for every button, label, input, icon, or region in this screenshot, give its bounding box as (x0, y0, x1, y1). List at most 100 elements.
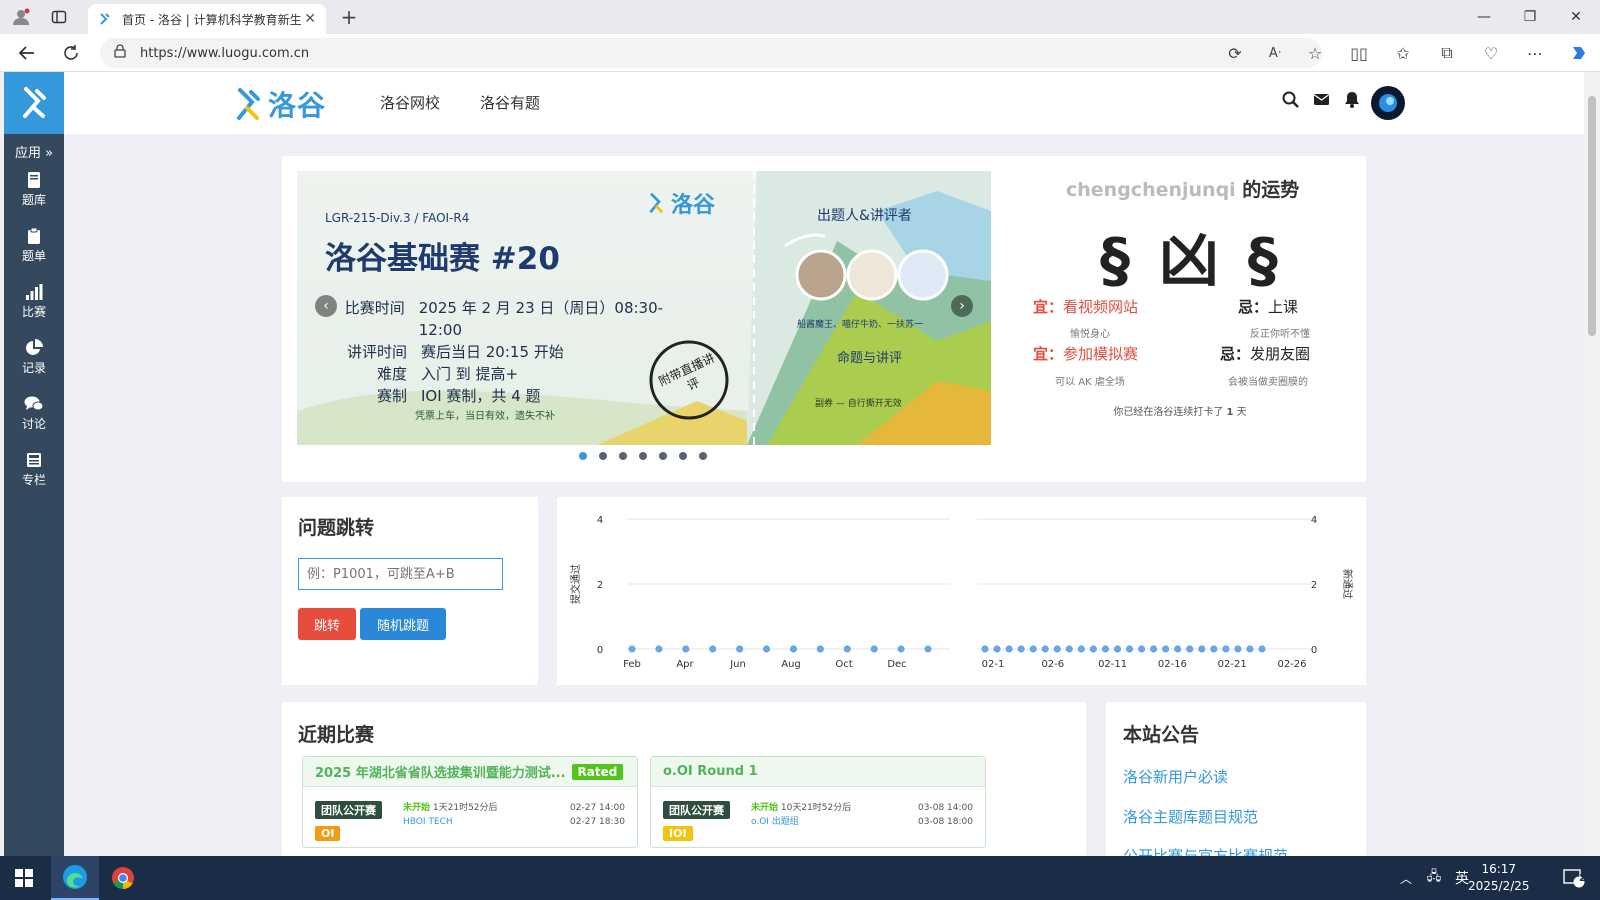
data-point[interactable] (1150, 645, 1158, 653)
data-point[interactable] (1005, 645, 1013, 653)
contest-name[interactable]: 2025 年湖北省省队选拔集训暨能力测试... (315, 762, 566, 781)
carousel-dot[interactable] (679, 452, 687, 460)
data-point[interactable] (1222, 645, 1230, 653)
carousel-next-icon[interactable]: › (951, 295, 973, 317)
contest-host[interactable]: HBOI TECH (403, 815, 498, 829)
data-point[interactable] (993, 645, 1001, 653)
sidebar-item-discuss[interactable]: 讨论 (4, 385, 64, 441)
scrollbar-thumb[interactable] (1588, 96, 1596, 336)
nav-link-school[interactable]: 洛谷网校 (380, 92, 440, 113)
browser-essentials-icon[interactable]: ♡ (1478, 40, 1504, 66)
data-point[interactable] (1210, 645, 1218, 653)
nav-link-problems[interactable]: 洛谷有题 (480, 92, 540, 113)
close-window-icon[interactable]: ✕ (1553, 0, 1599, 34)
data-point[interactable] (1101, 645, 1110, 653)
problem-jump-input[interactable] (298, 558, 503, 590)
taskbar-clock[interactable]: 16:17 2025/2/25 (1468, 861, 1530, 895)
edge-taskbar-icon[interactable] (51, 856, 99, 900)
data-point[interactable] (816, 645, 824, 653)
data-point[interactable] (1125, 645, 1134, 653)
mail-icon[interactable] (1313, 91, 1330, 112)
notification-center-icon[interactable]: 2 (1552, 856, 1596, 900)
bell-icon[interactable] (1344, 91, 1360, 112)
data-point[interactable] (870, 645, 878, 653)
contest-banner[interactable]: 洛谷 LGR-215-Div.3 / FAOI-R4 洛谷基础赛 #20 比赛时… (297, 171, 991, 445)
data-point[interactable] (789, 645, 798, 653)
data-point[interactable] (1113, 645, 1122, 653)
data-point[interactable] (1077, 645, 1085, 653)
data-point[interactable] (1017, 645, 1025, 653)
minimize-icon[interactable]: — (1461, 0, 1507, 34)
lock-icon[interactable] (114, 44, 126, 62)
notice-link[interactable]: 洛谷主题库题目规范 (1123, 806, 1258, 827)
restore-icon[interactable]: ❐ (1507, 0, 1553, 34)
carousel-dot[interactable] (599, 452, 607, 460)
carousel-dot[interactable] (639, 452, 647, 460)
data-point[interactable] (709, 645, 717, 653)
carousel-dot[interactable] (659, 452, 667, 460)
contest-host[interactable]: o.OI 出题组 (751, 815, 851, 829)
contest-card[interactable]: 2025 年湖北省省队选拔集训暨能力测试... Rated 团队公开赛 OI 未… (302, 756, 638, 848)
data-point[interactable] (1258, 645, 1266, 653)
collections-icon[interactable]: ⧉ (1434, 40, 1460, 66)
data-point[interactable] (655, 645, 663, 653)
close-tab-icon[interactable]: ✕ (304, 11, 316, 27)
data-point[interactable] (682, 645, 690, 653)
url-field[interactable]: https://www.luogu.com.cn (100, 38, 1322, 68)
carousel-prev-icon[interactable]: ‹ (315, 295, 337, 317)
profile-icon[interactable] (8, 4, 34, 30)
split-screen-icon[interactable]: ▯▯ (1346, 40, 1372, 66)
refresh-icon[interactable] (58, 40, 84, 66)
data-point[interactable] (1186, 645, 1194, 653)
copilot-icon[interactable] (1566, 40, 1592, 66)
data-point[interactable] (1029, 645, 1037, 653)
random-jump-button[interactable]: 随机跳题 (360, 608, 446, 640)
avatar[interactable] (1370, 85, 1406, 125)
sidebar-item-problems[interactable]: 题库 (4, 161, 64, 217)
back-icon[interactable] (14, 40, 40, 66)
notice-link[interactable]: 洛谷新用户必读 (1123, 766, 1228, 787)
tab-actions-icon[interactable] (46, 4, 72, 30)
fortune-username[interactable]: chengchenjunqi (1066, 179, 1236, 201)
data-point[interactable] (762, 645, 771, 653)
app-available-icon[interactable]: ⟳ (1222, 40, 1248, 66)
data-point[interactable] (628, 645, 636, 653)
data-point[interactable] (1234, 645, 1242, 653)
network-icon[interactable]: 🖧 (1420, 856, 1448, 900)
settings-more-icon[interactable]: ⋯ (1522, 40, 1548, 66)
data-point[interactable] (1174, 645, 1182, 653)
read-aloud-icon[interactable]: Aᐧ (1262, 40, 1288, 66)
sidebar-item-record[interactable]: 记录 (4, 329, 64, 385)
page-scrollbar[interactable] (1584, 72, 1600, 856)
data-point[interactable] (1198, 645, 1206, 653)
data-point[interactable] (1089, 645, 1097, 653)
contest-name[interactable]: o.OI Round 1 (663, 764, 758, 779)
sidebar-item-contest[interactable]: 比赛 (4, 273, 64, 329)
data-point[interactable] (897, 645, 905, 653)
carousel-dot[interactable] (579, 452, 587, 460)
data-point[interactable] (981, 645, 989, 653)
browser-tab-active[interactable]: 首页 - 洛谷 | 计算机科学教育新生 ✕ (88, 4, 326, 34)
data-point[interactable] (843, 645, 851, 653)
brand-logo[interactable]: 洛谷 (234, 84, 326, 124)
data-point[interactable] (1246, 645, 1254, 653)
sidebar-item-training[interactable]: 题单 (4, 217, 64, 273)
data-point[interactable] (1162, 645, 1170, 653)
chrome-taskbar-icon[interactable] (99, 856, 147, 900)
contest-card[interactable]: o.OI Round 1 团队公开赛 IOI 未开始 10天21时52分后 o.… (650, 756, 986, 848)
data-point[interactable] (1041, 645, 1049, 653)
favorites-icon[interactable]: ✩ (1390, 40, 1416, 66)
search-icon[interactable] (1282, 91, 1299, 112)
apps-menu[interactable]: 应用 » (4, 142, 64, 161)
tray-chevron-up-icon[interactable]: ︿ (1392, 856, 1420, 900)
favorite-star-icon[interactable]: ☆ (1302, 40, 1328, 66)
carousel-dot[interactable] (699, 452, 707, 460)
carousel-dot[interactable] (619, 452, 627, 460)
sidebar-item-blog[interactable]: 专栏 (4, 441, 64, 497)
luogu-logo-icon[interactable] (4, 72, 64, 134)
data-point[interactable] (1137, 645, 1146, 653)
data-point[interactable] (736, 645, 744, 653)
data-point[interactable] (924, 645, 932, 653)
jump-button[interactable]: 跳转 (298, 608, 356, 640)
data-point[interactable] (1065, 645, 1073, 653)
